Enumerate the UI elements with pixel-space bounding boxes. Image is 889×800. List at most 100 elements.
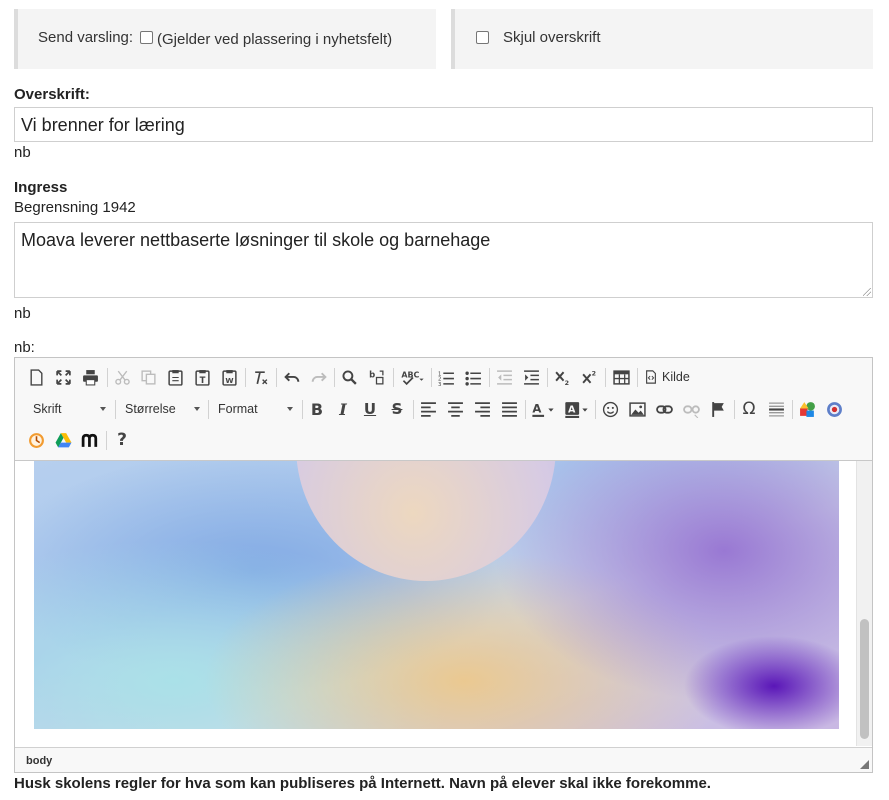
bold-icon[interactable]: B [306,398,328,420]
maximize-icon[interactable] [52,366,74,388]
svg-text:2: 2 [564,378,568,385]
align-left-icon[interactable] [417,398,439,420]
undo-icon[interactable] [281,366,303,388]
hide-heading-label: Skjul overskrift [503,29,601,46]
clock-plugin-icon[interactable] [25,429,47,451]
google-drive-icon[interactable] [52,429,74,451]
toolbar-separator [547,368,548,387]
text-color-icon[interactable]: A [529,398,557,420]
align-right-icon[interactable] [471,398,493,420]
justify-icon[interactable] [498,398,520,420]
svg-text:W: W [225,375,233,384]
notify-checkbox[interactable] [140,31,153,44]
textarea-resize-handle[interactable] [863,288,871,296]
moava-icon[interactable] [79,429,101,451]
notify-label: Send varsling: [38,29,134,46]
media-plugin-icon[interactable] [823,398,845,420]
toolbar-separator [525,400,526,419]
remove-format-icon[interactable] [249,366,271,388]
ingress-lang: nb [14,305,31,322]
svg-text:2: 2 [591,369,595,377]
new-page-icon[interactable] [25,366,47,388]
bulleted-list-icon[interactable] [462,366,484,388]
hide-heading-checkbox[interactable] [476,31,489,44]
editor-scrollbar[interactable] [856,461,872,746]
find-icon[interactable] [338,366,360,388]
editor-toolbar: T W b ABC 123 2 2 Kilde Skrift Størrelse… [15,358,872,461]
decrease-indent-icon[interactable] [493,366,515,388]
format-combo[interactable]: Format [212,398,297,420]
heading-lang: nb [14,144,31,161]
svg-text:ABC: ABC [401,370,419,379]
source-icon [646,370,656,384]
shapes-plugin-icon[interactable] [796,398,818,420]
toolbar-separator [393,368,394,387]
subscript-icon[interactable]: 2 [551,366,573,388]
horizontal-line-icon[interactable] [765,398,787,420]
toolbar-separator [107,368,108,387]
editor-status-bar: body [15,747,872,772]
anchor-flag-icon[interactable] [707,398,729,420]
heading-label: Overskrift: [14,86,90,103]
table-icon[interactable] [610,366,632,388]
svg-text:3: 3 [438,382,441,386]
font-combo-label: Skrift [33,402,62,416]
chevron-down-icon [287,407,293,411]
print-icon[interactable] [79,366,101,388]
toolbar-separator [334,368,335,387]
redo-icon[interactable] [307,366,329,388]
svg-text:A: A [532,401,541,415]
paste-text-icon[interactable]: T [191,366,213,388]
toolbar-separator [637,368,638,387]
increase-indent-icon[interactable] [520,366,542,388]
toolbar-separator [734,400,735,419]
spellcheck-icon[interactable]: ABC [398,366,428,388]
underline-icon[interactable]: U [359,398,381,420]
background-color-icon[interactable]: A [563,398,591,420]
special-char-icon[interactable]: Ω [738,398,760,420]
toolbar-separator [431,368,432,387]
notify-panel: Send varsling: (Gjelder ved plassering i… [14,9,436,69]
toolbar-separator [208,400,209,419]
ingress-label: Ingress [14,179,68,196]
toolbar-separator [595,400,596,419]
smiley-icon[interactable] [599,398,621,420]
font-combo[interactable]: Skrift [27,398,110,420]
toolbar-separator [276,368,277,387]
rich-text-editor: T W b ABC 123 2 2 Kilde Skrift Størrelse… [14,357,873,773]
editor-resize-handle[interactable] [860,760,869,769]
cut-icon[interactable] [111,366,133,388]
editor-lang-label: nb: [14,339,35,356]
copy-icon[interactable] [137,366,159,388]
strikethrough-icon[interactable]: S [386,398,408,420]
ingress-textarea-wrap: Moava leverer nettbaserte løsninger til … [14,222,873,298]
notify-checkbox-text: (Gjelder ved plassering i nyhetsfelt) [157,31,393,48]
image-sphere-shape [296,461,556,581]
hide-heading-panel: Skjul overskrift [451,9,873,69]
scrollbar-thumb[interactable] [860,619,869,739]
replace-icon[interactable]: b [365,366,387,388]
publishing-notice: Husk skolens regler for hva som kan publ… [14,775,711,792]
source-button[interactable]: Kilde [644,366,690,388]
element-path[interactable]: body [26,755,52,767]
size-combo[interactable]: Størrelse [119,398,204,420]
align-center-icon[interactable] [444,398,466,420]
numbered-list-icon[interactable]: 123 [435,366,457,388]
heading-input[interactable]: Vi brenner for læring [14,107,873,142]
source-label: Kilde [662,370,690,384]
paste-word-icon[interactable]: W [218,366,240,388]
toolbar-separator [792,400,793,419]
image-icon[interactable] [626,398,648,420]
help-icon[interactable]: ? [111,429,133,451]
toolbar-separator [115,400,116,419]
unlink-icon[interactable] [680,398,702,420]
italic-icon[interactable]: I [332,398,354,420]
superscript-icon[interactable]: 2 [578,366,600,388]
editor-content[interactable] [15,461,872,746]
svg-text:b: b [369,370,375,380]
link-icon[interactable] [653,398,675,420]
toolbar-separator [413,400,414,419]
ingress-textarea[interactable]: Moava leverer nettbaserte løsninger til … [14,222,873,298]
paste-icon[interactable] [164,366,186,388]
toolbar-separator [106,431,107,450]
